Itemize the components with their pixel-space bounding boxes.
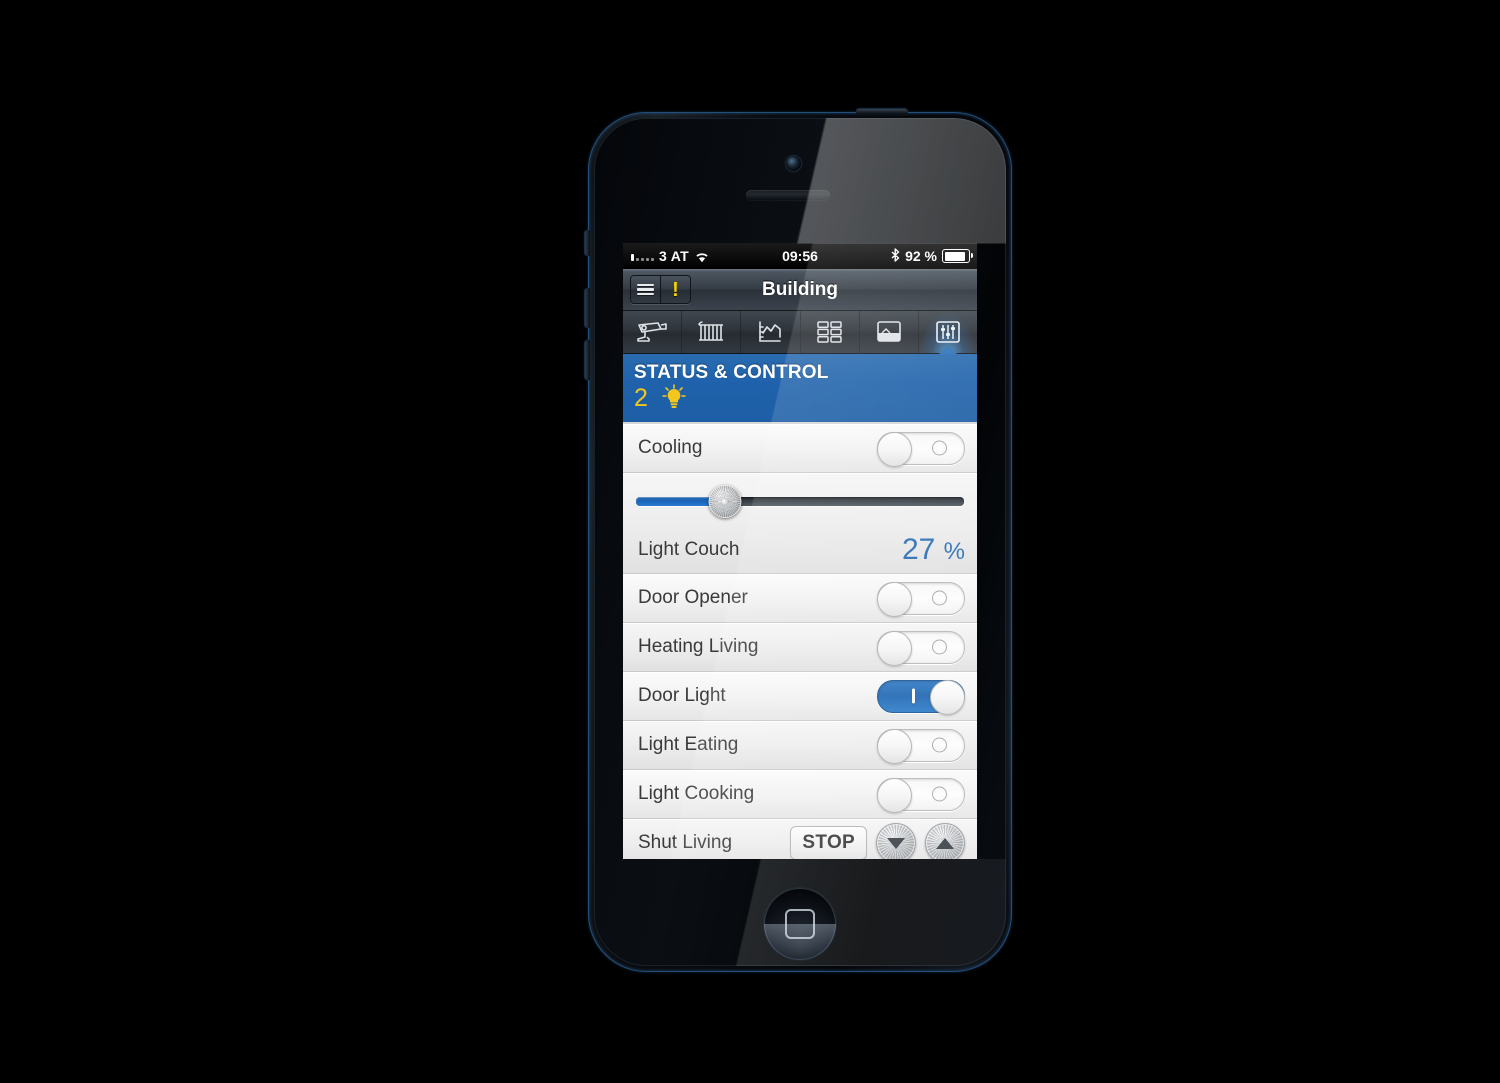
row-control (877, 679, 977, 715)
row-label: Door Light (638, 685, 726, 706)
control-list: Cooling Light Couch 27 % Door Opener Hea… (623, 424, 977, 859)
row-label: Shut Living (638, 832, 733, 853)
line-chart-icon (759, 321, 782, 342)
toggle-switch-cooling[interactable] (877, 431, 965, 467)
tab-trend[interactable] (741, 311, 801, 353)
toggle-knob (930, 679, 965, 715)
list-item[interactable]: Light Eating (623, 721, 977, 770)
toggle-off-marker (932, 786, 947, 802)
arrow-up-icon (936, 837, 954, 849)
section-title: STATUS & CONTROL (634, 362, 829, 383)
clock-label: 09:56 (782, 248, 818, 264)
row-label: Heating Living (638, 636, 759, 657)
ios-status-bar: 3 AT 09:56 92 % (623, 243, 977, 269)
slider-value: 27 % (902, 535, 977, 565)
list-item[interactable]: Cooling (623, 424, 977, 473)
row-label: Light Couch (638, 539, 740, 560)
row-label: Cooling (638, 437, 703, 458)
shutter-down-button[interactable] (876, 823, 916, 859)
toggle-off-marker (932, 737, 947, 753)
list-item[interactable]: Light Cooking (623, 770, 977, 819)
radiator-icon (698, 321, 724, 341)
volume-up-button[interactable] (585, 288, 590, 328)
volume-down-button[interactable] (585, 340, 590, 380)
tab-bar (623, 311, 977, 354)
shutter-up-button[interactable] (925, 823, 965, 859)
tab-floorplan[interactable] (860, 311, 920, 353)
toggle-switch-light-cooking[interactable] (877, 777, 965, 813)
toggle-switch-door-light[interactable] (877, 679, 965, 715)
active-count: 2 (634, 384, 648, 412)
row-control (877, 630, 977, 666)
phone-screen: 3 AT 09:56 92 % ! Building STATUS & CONT… (623, 243, 977, 859)
toggle-switch-heating-living[interactable] (877, 630, 965, 666)
toggle-knob (877, 728, 912, 764)
row-label: Light Cooking (638, 783, 755, 804)
toggle-knob (877, 630, 912, 666)
toggle-on-marker (912, 688, 915, 704)
row-label: Light Eating (638, 734, 739, 755)
row-control (877, 431, 977, 467)
slider-label-row: Light Couch 27 % (623, 527, 977, 573)
slider-value-unit: % (943, 538, 965, 565)
row-control (877, 728, 977, 764)
list-item[interactable]: Door Opener (623, 574, 977, 623)
iphone-device: 3 AT 09:56 92 % ! Building STATUS & CONT… (585, 109, 1012, 972)
list-item[interactable]: Light Couch 27 % (623, 473, 977, 574)
page-title: Building (762, 278, 838, 300)
list-item[interactable]: Door Light (623, 672, 977, 721)
toggle-off-marker (932, 440, 947, 456)
slider-value-number: 27 (901, 533, 936, 566)
home-button[interactable] (764, 888, 836, 960)
grid-buttons-icon (816, 321, 842, 343)
stop-button[interactable]: STOP (790, 826, 867, 859)
tab-heating[interactable] (682, 311, 742, 353)
front-camera-icon (786, 156, 801, 171)
battery-icon (942, 249, 973, 263)
row-label: Door Opener (638, 587, 748, 608)
toggle-off-marker (932, 590, 947, 606)
slider-knob[interactable] (708, 485, 742, 518)
list-item[interactable]: Shut Living STOP (623, 819, 977, 859)
tab-camera[interactable] (623, 311, 683, 353)
list-item[interactable]: Heating Living (623, 623, 977, 672)
toggle-switch-door-opener[interactable] (877, 581, 965, 617)
row-control (877, 581, 977, 617)
slider-track[interactable] (636, 497, 964, 506)
lightbulb-icon (661, 384, 687, 417)
app-navigation-bar: ! Building (623, 269, 977, 311)
power-button[interactable] (856, 109, 908, 114)
toggle-knob (877, 777, 912, 813)
screenshot-canvas: 3 AT 09:56 92 % ! Building STATUS & CONT… (0, 0, 1500, 1083)
toggle-knob (877, 431, 912, 467)
toggle-knob (877, 581, 912, 617)
toggle-off-marker (932, 639, 947, 655)
security-camera-icon (637, 322, 667, 342)
arrow-down-icon (887, 837, 905, 849)
sliders-icon (936, 321, 960, 343)
row-control: STOP (790, 823, 977, 859)
section-header: STATUS & CONTROL 2 (623, 354, 977, 424)
tab-grid[interactable] (801, 311, 860, 353)
slider-area[interactable] (623, 473, 977, 527)
tab-status-control[interactable] (918, 311, 977, 353)
row-control (877, 777, 977, 813)
earpiece-speaker-icon (746, 190, 830, 200)
picture-icon (876, 321, 901, 342)
toggle-switch-light-eating[interactable] (877, 728, 965, 764)
silent-switch[interactable] (585, 230, 590, 256)
